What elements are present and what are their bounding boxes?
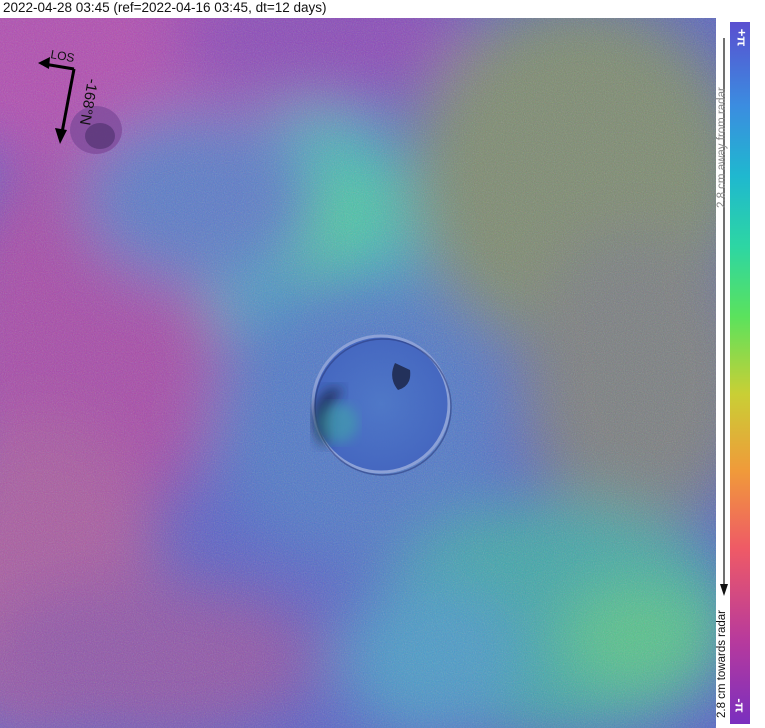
colorbar: +π -π 2.8 cm away from radar 2.8 cm towa… (716, 18, 765, 728)
colorbar-top-symbol: +π (734, 28, 750, 47)
toward-label: 2.8 cm towards radar (716, 609, 728, 718)
image-title: 2022-04-28 03:45 (ref=2022-04-16 03:45, … (3, 0, 327, 15)
colorbar-gradient (730, 22, 750, 724)
away-label: 2.8 cm away from radar (716, 87, 728, 208)
interferogram-map: LOS -168°N (0, 18, 716, 728)
colorbar-bottom-symbol: -π (732, 698, 748, 713)
